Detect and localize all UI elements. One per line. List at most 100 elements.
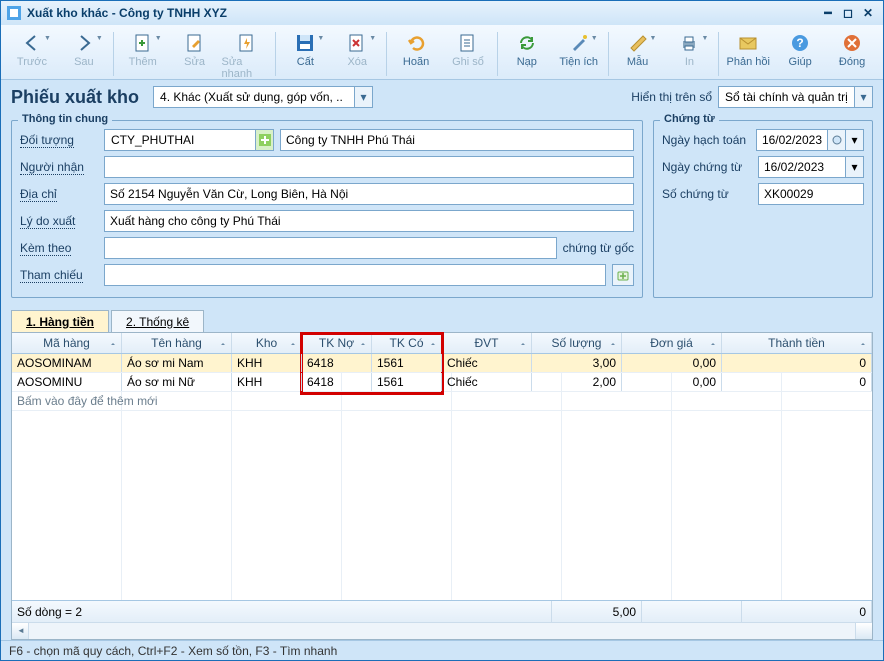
new-row[interactable]: Bấm vào đây để thêm mới xyxy=(12,392,872,411)
col-header[interactable]: ĐVT xyxy=(442,333,532,353)
cell-wh[interactable]: KHH xyxy=(232,373,302,391)
grid-footer: Số dòng = 2 5,00 0 xyxy=(12,600,872,622)
pin-icon xyxy=(359,338,367,346)
col-header[interactable]: Đơn giá xyxy=(622,333,722,353)
cell-dr[interactable]: 6418 xyxy=(302,373,372,391)
col-header[interactable]: Mã hàng xyxy=(12,333,122,353)
minimize-button[interactable]: ━ xyxy=(819,5,837,21)
cell-code[interactable]: AOSOMINAM xyxy=(12,354,122,372)
undo-icon xyxy=(405,32,427,54)
doc-plus-icon xyxy=(132,32,154,54)
display-label: Hiển thị trên sổ xyxy=(631,90,712,104)
cell-amt[interactable]: 0 xyxy=(722,354,872,372)
chevron-down-icon: ▼ xyxy=(701,35,708,42)
refresh-icon xyxy=(516,32,538,54)
vdate-dropdown-button[interactable]: ▾ xyxy=(846,156,864,178)
col-header[interactable]: Kho xyxy=(232,333,302,353)
book-combo[interactable]: Sổ tài chính và quản trị ▾ xyxy=(718,86,873,108)
cell-cr[interactable]: 1561 xyxy=(372,354,442,372)
object-label[interactable]: Đối tượng xyxy=(20,133,98,147)
cell-price[interactable]: 0,00 xyxy=(622,354,722,372)
cell-qty[interactable]: 3,00 xyxy=(532,354,622,372)
tab-items[interactable]: 1. Hàng tiền xyxy=(11,310,109,332)
table-row[interactable]: AOSOMINUÁo sơ mi NữKHH64181561Chiếc2,000… xyxy=(12,373,872,392)
chevron-down-icon: ▼ xyxy=(155,35,162,42)
feedback-btn[interactable]: Phản hồi xyxy=(723,29,773,79)
load-btn[interactable]: Nạp xyxy=(502,29,552,79)
col-header[interactable]: Tên hàng xyxy=(122,333,232,353)
reason-label[interactable]: Lý do xuất xyxy=(20,214,98,228)
qty-total-cell: 5,00 xyxy=(552,601,642,622)
cell-name[interactable]: Áo sơ mi Nữ xyxy=(122,373,232,391)
chevron-down-icon: ▾ xyxy=(854,87,872,107)
close-btn[interactable]: Đóng xyxy=(827,29,877,79)
book-combo-text: Sổ tài chính và quản trị xyxy=(725,90,848,104)
postdate-picker-button[interactable] xyxy=(828,129,846,151)
cell-code[interactable]: AOSOMINU xyxy=(12,373,122,391)
object-name-input[interactable]: Công ty TNHH Phú Thái xyxy=(280,129,634,151)
col-header[interactable]: Số lượng xyxy=(532,333,622,353)
util-btn[interactable]: Tiện ích▼ xyxy=(554,29,604,79)
address-label[interactable]: Địa chỉ xyxy=(20,187,98,201)
object-code-combo[interactable]: CTY_PHUTHAI xyxy=(104,129,274,151)
cell-dr[interactable]: 6418 xyxy=(302,354,372,372)
add-btn: Thêm▼ xyxy=(118,29,168,79)
cell-unit[interactable]: Chiếc xyxy=(442,373,532,391)
printer-icon xyxy=(678,32,700,54)
chevron-down-icon: ▼ xyxy=(650,35,657,42)
table-row[interactable]: AOSOMINAMÁo sơ mi NamKHH64181561Chiếc3,0… xyxy=(12,354,872,373)
plus-icon xyxy=(255,130,273,150)
help-btn[interactable]: ?Giúp xyxy=(775,29,825,79)
chevron-down-icon: ▾ xyxy=(354,87,372,107)
horizontal-scrollbar[interactable]: ◄► xyxy=(12,622,872,639)
post-btn: Ghi sổ xyxy=(443,29,493,79)
ref-input[interactable] xyxy=(104,264,606,286)
maximize-button[interactable]: ◻ xyxy=(839,5,857,21)
pin-icon xyxy=(609,338,617,346)
edit-btn: Sửa xyxy=(170,29,220,79)
toolbar: Trước▼Sau▼Thêm▼SửaSửa nhanhCất▼Xóa▼HoãnG… xyxy=(1,25,883,80)
receiver-input[interactable] xyxy=(104,156,634,178)
type-combo[interactable]: 4. Khác (Xuất sử dụng, góp vốn, .. ▾ xyxy=(153,86,373,108)
status-text: F6 - chọn mã quy cách, Ctrl+F2 - Xem số … xyxy=(9,644,337,658)
cell-amt[interactable]: 0 xyxy=(722,373,872,391)
cell-name[interactable]: Áo sơ mi Nam xyxy=(122,354,232,372)
postdate-dropdown-button[interactable]: ▾ xyxy=(846,129,864,151)
chevron-down-icon: ▼ xyxy=(317,35,324,42)
ref-label[interactable]: Tham chiếu xyxy=(20,268,98,282)
chevron-down-icon: ▼ xyxy=(44,35,51,42)
undo-btn[interactable]: Hoãn xyxy=(391,29,441,79)
chevron-down-icon: ▼ xyxy=(96,35,103,42)
col-header[interactable]: Thành tiền xyxy=(722,333,872,353)
col-header[interactable]: TK Có xyxy=(372,333,442,353)
postdate-input[interactable]: 16/02/2023 xyxy=(756,129,828,151)
tabs: 1. Hàng tiền 2. Thống kê xyxy=(11,310,873,332)
attach-label[interactable]: Kèm theo xyxy=(20,241,98,255)
grid-body[interactable]: AOSOMINAMÁo sơ mi NamKHH64181561Chiếc3,0… xyxy=(12,354,872,600)
vdate-input[interactable]: 16/02/2023 xyxy=(758,156,846,178)
cell-price[interactable]: 0,00 xyxy=(622,373,722,391)
col-header[interactable]: TK Nợ xyxy=(302,333,372,353)
template-btn[interactable]: Mẫu▼ xyxy=(613,29,663,79)
receiver-label[interactable]: Người nhận xyxy=(20,160,98,174)
address-input[interactable]: Số 2154 Nguyễn Văn Cừ, Long Biên, Hà Nội xyxy=(104,183,634,205)
tab-stats[interactable]: 2. Thống kê xyxy=(111,310,204,332)
svg-text:?: ? xyxy=(797,36,804,50)
postdate-label: Ngày hạch toán xyxy=(662,133,750,147)
quickedit-btn: Sửa nhanh xyxy=(222,29,272,79)
vno-input[interactable]: XK00029 xyxy=(758,183,864,205)
pin-icon xyxy=(109,338,117,346)
reason-input[interactable]: Xuất hàng cho công ty Phú Thái xyxy=(104,210,634,232)
attach-input[interactable] xyxy=(104,237,557,259)
cell-qty[interactable]: 2,00 xyxy=(532,373,622,391)
amount-total-cell: 0 xyxy=(742,601,872,622)
pin-icon xyxy=(429,338,437,346)
cell-wh[interactable]: KHH xyxy=(232,354,302,372)
save-btn[interactable]: Cất▼ xyxy=(280,29,330,79)
ref-add-button[interactable] xyxy=(612,264,634,286)
cell-cr[interactable]: 1561 xyxy=(372,373,442,391)
general-info-box: Thông tin chung Đối tượng CTY_PHUTHAI Cô… xyxy=(11,120,643,298)
window-close-button[interactable]: ✕ xyxy=(859,5,877,21)
cell-unit[interactable]: Chiếc xyxy=(442,354,532,372)
close-icon xyxy=(841,32,863,54)
